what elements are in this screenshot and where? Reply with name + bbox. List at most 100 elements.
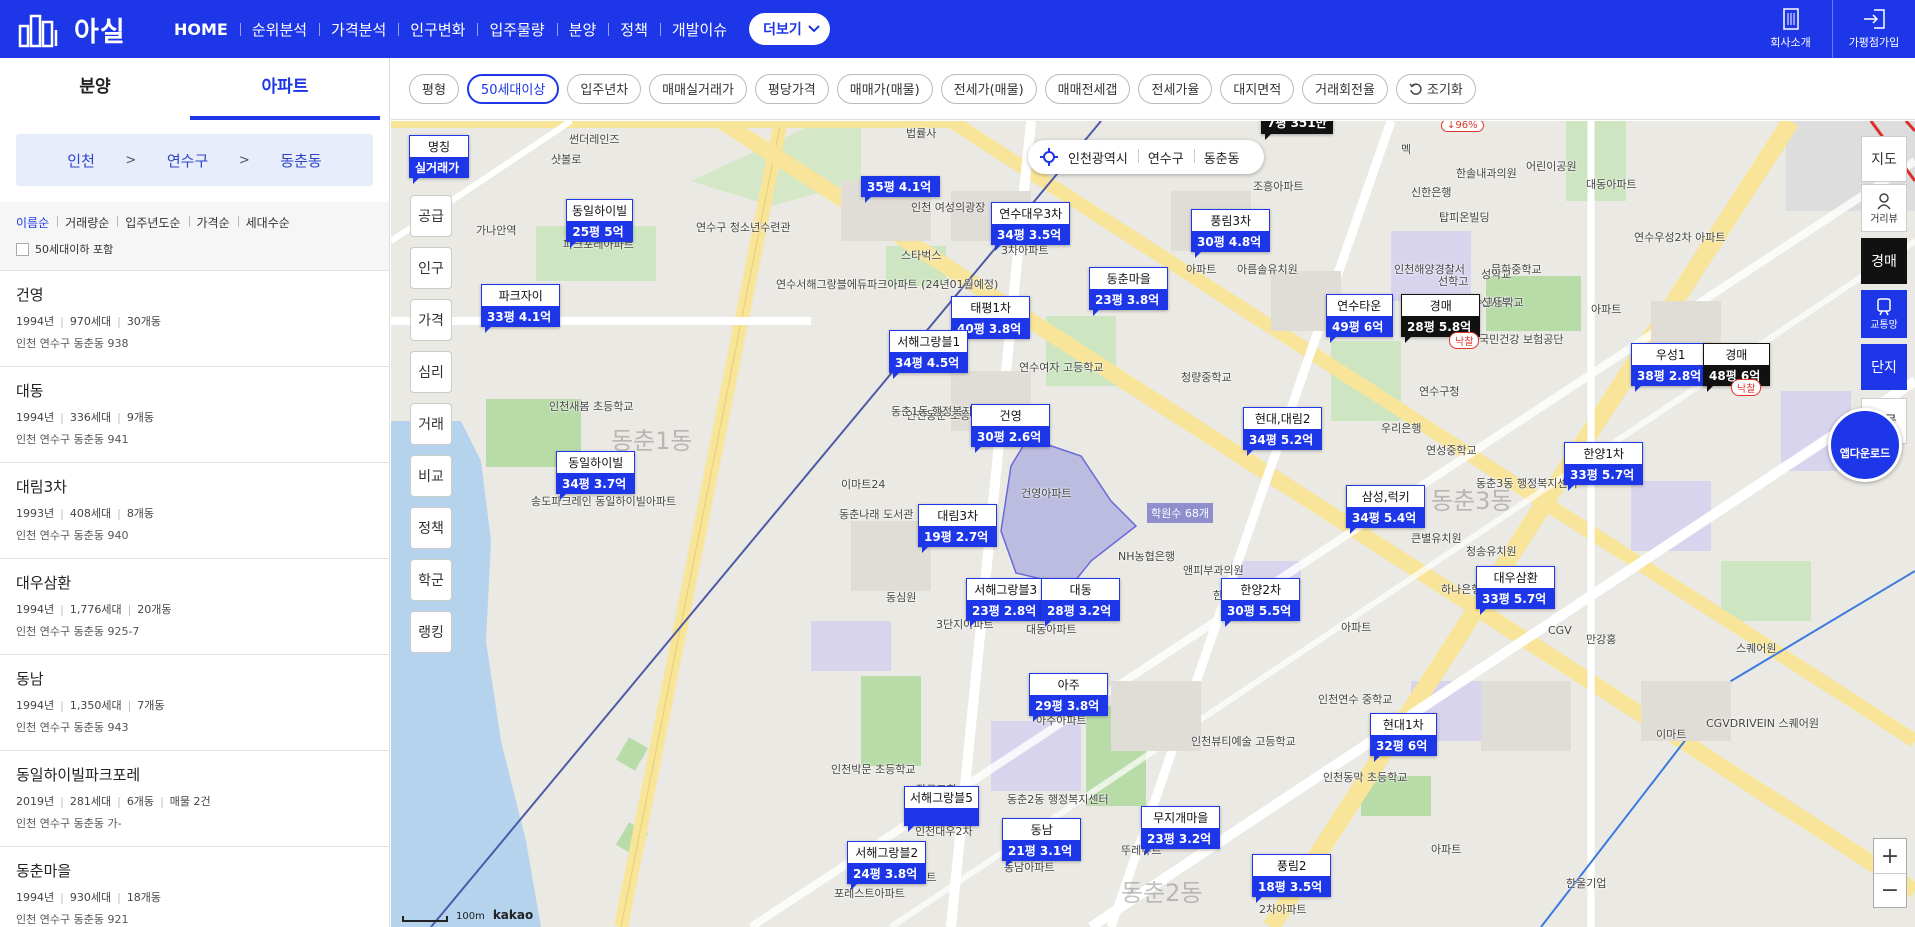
filter-chip[interactable]: 50세대이상	[466, 73, 560, 104]
nav-price-analysis[interactable]: 가격분석	[319, 19, 398, 40]
breadcrumb-city[interactable]: 인천	[67, 150, 95, 171]
map-marker[interactable]: 연수타운 49평 6억	[1326, 294, 1393, 343]
transit-button[interactable]: 교통망	[1861, 290, 1907, 338]
small-complex-checkbox[interactable]	[16, 242, 29, 256]
marker-name: 대우삼환	[1476, 566, 1556, 588]
filter-chip[interactable]: 평형	[409, 73, 459, 104]
map-layer-button[interactable]: 비교	[410, 455, 452, 497]
map-marker[interactable]: 동남 21평 3.1억	[1002, 818, 1082, 867]
location-district[interactable]: 연수구	[1137, 148, 1194, 167]
apartment-buildings: 18개동	[111, 891, 161, 904]
map-marker[interactable]: 삼성,럭키 34평 5.4억	[1346, 485, 1426, 534]
map-marker[interactable]: 동춘마을 23평 3.8억	[1089, 267, 1169, 316]
location-city[interactable]: 인천광역시	[1058, 148, 1138, 167]
apartment-list-item[interactable]: 대우삼환 1994년1,776세대20개동인천 연수구 동춘동 925-7	[0, 559, 389, 655]
marker-value: 18평 3.5억	[1252, 876, 1332, 897]
map-layer-button[interactable]: 랭킹	[410, 611, 452, 653]
map-marker[interactable]: 동일하이빌 34평 3.7억	[556, 451, 636, 500]
filter-chip[interactable]: 전세가(매물)	[940, 73, 1037, 104]
filter-chip[interactable]: 매매가(매물)	[836, 73, 933, 104]
nav-population[interactable]: 인구변화	[398, 19, 477, 40]
nav-policy[interactable]: 정책	[608, 19, 660, 40]
tab-presale[interactable]: 분양	[0, 58, 190, 120]
map-layer-button[interactable]: 가격	[410, 299, 452, 341]
filter-chip[interactable]: 전세가율	[1138, 73, 1213, 104]
filter-chip[interactable]: 입주년차	[567, 73, 642, 104]
map-marker[interactable]: 대동 28평 3.2억	[1041, 578, 1121, 627]
map-marker[interactable]: 연수대우3차 34평 3.5억	[991, 202, 1071, 251]
auction-button[interactable]: 경매	[1861, 238, 1907, 284]
map-marker[interactable]: 건영 30평 2.6억	[971, 404, 1051, 453]
apartment-list-item[interactable]: 동일하이빌파크포레 2019년281세대6개동매물 2건인천 연수구 동춘동 가-	[0, 751, 389, 847]
apartment-list-item[interactable]: 동춘마을 1994년930세대18개동인천 연수구 동춘동 921	[0, 847, 389, 927]
map-marker[interactable]: 서해그랑블3 23평 2.8억	[966, 578, 1046, 627]
map-marker[interactable]: 경매 28평 5.8억	[1401, 294, 1481, 343]
breadcrumb-dong[interactable]: 동춘동	[280, 150, 321, 171]
map-layer-button[interactable]: 거래	[410, 403, 452, 445]
map-marker[interactable]: 풍림2 18평 3.5억	[1252, 854, 1332, 903]
reset-button[interactable]: 조기화	[1395, 73, 1476, 104]
map-marker[interactable]: 대우삼환 33평 5.7억	[1476, 566, 1556, 615]
location-dong[interactable]: 동춘동	[1193, 148, 1250, 167]
complex-button[interactable]: 단지	[1861, 344, 1907, 390]
sort-price[interactable]: 가격순	[188, 214, 238, 231]
map-layer-button[interactable]: 인구	[410, 247, 452, 289]
marker-name: 대림3차	[918, 504, 998, 526]
apartment-list-item[interactable]: 대동 1994년336세대9개동인천 연수구 동춘동 941	[0, 367, 389, 463]
map-marker[interactable]: 한양2차 30평 5.5억	[1221, 578, 1301, 627]
map-marker[interactable]: 서해그랑블1 34평 4.5억	[889, 330, 969, 379]
zoom-out-button[interactable]: −	[1874, 873, 1906, 907]
app-download-button[interactable]: 앱다운로드	[1828, 408, 1902, 482]
map-view-button[interactable]: 지도	[1861, 136, 1907, 182]
nav-home[interactable]: HOME	[174, 20, 240, 39]
more-button[interactable]: 더보기	[749, 13, 830, 45]
logo[interactable]: 아실	[18, 10, 126, 49]
small-complex-filter[interactable]: 50세대이하 포함	[16, 241, 373, 257]
nav-supply[interactable]: 입주물량	[477, 19, 556, 40]
map-marker[interactable]: 35평 4.1억	[861, 176, 941, 203]
location-pill[interactable]: 인천광역시 연수구 동춘동	[1028, 140, 1264, 174]
apartment-list-item[interactable]: 동남 1994년1,350세대7개동인천 연수구 동춘동 943	[0, 655, 389, 751]
map-marker[interactable]: 한양1차 33평 5.7억	[1564, 442, 1644, 491]
map-marker[interactable]: 대림3차 19평 2.7억	[918, 504, 998, 553]
sort-households[interactable]: 세대수순	[237, 214, 298, 231]
map-marker[interactable]: 무지개마을 23평 3.2억	[1141, 806, 1221, 855]
map-marker[interactable]: 파크자이 33평 4.1억	[481, 284, 561, 333]
nav-development[interactable]: 개발이슈	[659, 19, 739, 40]
filter-chip[interactable]: 거래회전율	[1302, 73, 1388, 104]
sort-name[interactable]: 이름순	[16, 214, 57, 231]
map-layer-button[interactable]: 학군	[410, 559, 452, 601]
tab-apartment[interactable]: 아파트	[190, 58, 380, 120]
nav-ranking[interactable]: 순위분석	[239, 19, 319, 40]
zoom-in-button[interactable]: +	[1874, 839, 1906, 873]
filter-chip[interactable]: 대지면적	[1220, 73, 1295, 104]
street-view-button[interactable]: 거리뷰	[1861, 184, 1907, 232]
filter-chip[interactable]: 평당가격	[754, 73, 829, 104]
nav-presale[interactable]: 분양	[556, 19, 609, 40]
map-marker[interactable]: 우성1 38평 2.8억	[1631, 343, 1711, 392]
breadcrumb-district[interactable]: 연수구	[167, 150, 208, 171]
filter-chip[interactable]: 매매실거래가	[649, 73, 747, 104]
sort-year[interactable]: 입주년도순	[117, 214, 188, 231]
map-marker[interactable]: 동일하이빌 25평 5억	[566, 199, 634, 248]
apartment-list-item[interactable]: 대림3차 1993년408세대8개동인천 연수구 동춘동 940	[0, 463, 389, 559]
filter-chip[interactable]: 매매전세갭	[1044, 73, 1131, 104]
map-marker[interactable]: 현대1차 32평 6억	[1370, 713, 1437, 762]
company-intro-button[interactable]: 회사소개	[1749, 0, 1832, 58]
map-marker[interactable]: 아주 29평 3.8억	[1029, 673, 1109, 722]
map-place-label: 스퀘어원	[1736, 642, 1777, 655]
map[interactable]: 동춘1동 동춘3동 동춘2동 썬더레인즈 샷볼로 법률사 조흥아파트 신한은행 한솔내과의…	[391, 121, 1915, 927]
map-marker[interactable]: 풍림3차 30평 4.8억	[1191, 209, 1271, 258]
map-layer-button[interactable]: 심리	[410, 351, 452, 393]
map-layer-button[interactable]: 공급	[410, 195, 452, 237]
map-marker[interactable]: 서해그랑블2 24평 3.8억	[847, 841, 927, 890]
apartment-list-item[interactable]: 건영 1994년970세대30개동인천 연수구 동춘동 938	[0, 271, 389, 367]
apartment-year: 2019년	[16, 795, 55, 808]
signup-button[interactable]: 가평점가입	[1832, 0, 1915, 58]
sort-volume[interactable]: 거래량순	[57, 214, 117, 231]
map-marker[interactable]: 명칭 실거래가	[409, 135, 469, 184]
map-marker-top[interactable]: 7평 351만	[1261, 121, 1333, 140]
map-layer-button[interactable]: 정책	[410, 507, 452, 549]
map-marker[interactable]: 서해그랑블5	[904, 786, 979, 832]
map-marker[interactable]: 현대,대림2 34평 5.2억	[1243, 407, 1323, 456]
